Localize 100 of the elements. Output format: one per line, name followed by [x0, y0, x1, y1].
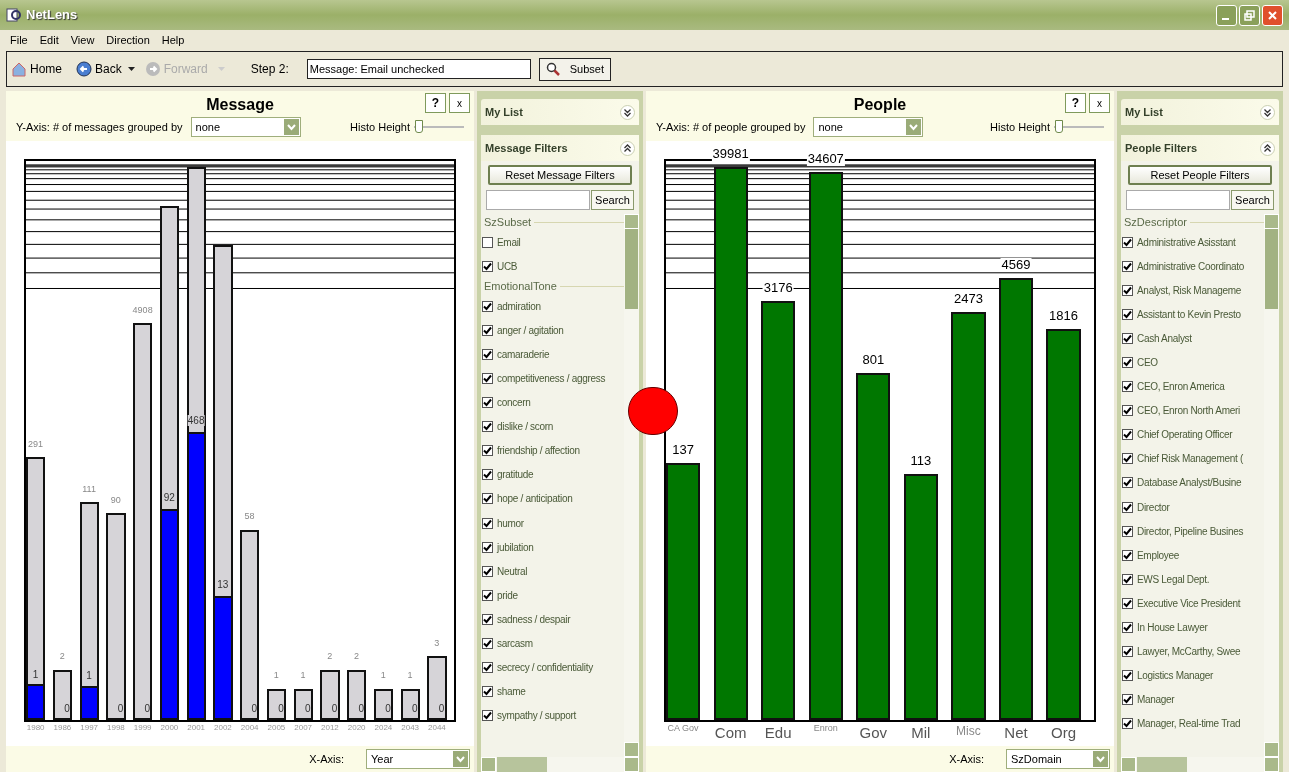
filter-checkbox[interactable]: Email [481, 230, 624, 255]
filter-checkbox[interactable]: EWS Legal Dept. [1121, 567, 1264, 592]
search-field[interactable] [1126, 190, 1230, 210]
filter-checkbox[interactable]: admiration [481, 294, 624, 319]
histogram-bar[interactable] [133, 323, 153, 720]
search-button[interactable]: Search [591, 190, 634, 210]
filter-checkbox[interactable]: Director [1121, 495, 1264, 520]
histogram-bar[interactable] [347, 669, 367, 720]
filter-checkbox[interactable]: Manager [1121, 687, 1264, 712]
histogram-bar[interactable] [213, 244, 233, 720]
collapse-icon[interactable] [620, 140, 635, 156]
filter-checkbox[interactable]: Logistics Manager [1121, 663, 1264, 688]
minimize-button[interactable] [1216, 4, 1237, 26]
close-button[interactable]: x [449, 93, 470, 113]
filter-checkbox[interactable]: In House Lawyer [1121, 615, 1264, 640]
subset-button[interactable]: Subset [538, 57, 611, 81]
filter-checkbox[interactable]: concern [481, 390, 624, 415]
filter-checkbox[interactable]: Manager, Real-time Trad [1121, 711, 1264, 736]
menu-item[interactable]: File [10, 32, 28, 49]
histogram-bar[interactable] [998, 278, 1034, 720]
filter-checkbox[interactable]: competitiveness / aggress [481, 366, 624, 391]
vertical-scrollbar[interactable] [624, 214, 639, 757]
filter-checkbox[interactable]: Executive Vice President [1121, 591, 1264, 616]
reset-filters-button[interactable]: Reset Message Filters [488, 165, 632, 185]
filter-checkbox[interactable]: Administrative Coordinato [1121, 254, 1264, 279]
filter-checkbox[interactable]: secrecy / confidentiality [481, 655, 624, 680]
histogram-bar[interactable] [427, 656, 447, 720]
histogram-bar[interactable] [761, 300, 796, 720]
menu-item[interactable]: View [70, 32, 95, 49]
x-axis-dropdown[interactable]: Year [366, 749, 470, 769]
maximize-button[interactable] [1239, 4, 1260, 26]
histogram-bar[interactable] [293, 688, 313, 720]
histo-height-slider[interactable] [1054, 120, 1104, 134]
histogram-bar[interactable] [79, 502, 99, 720]
filter-checkbox[interactable]: Employee [1121, 543, 1264, 568]
back-button[interactable]: Back [76, 60, 122, 78]
x-axis-dropdown[interactable]: SzDomain [1006, 749, 1110, 769]
histogram-bar[interactable] [320, 669, 340, 720]
filter-checkbox[interactable]: Lawyer, McCarthy, Swee [1121, 639, 1264, 664]
filter-checkbox[interactable]: Analyst, Risk Manageme [1121, 278, 1264, 303]
filter-checkbox[interactable]: camaraderie [481, 342, 624, 367]
histogram-bar[interactable] [903, 474, 938, 720]
horizontal-scrollbar[interactable] [481, 757, 639, 772]
filter-checkbox[interactable]: Chief Operating Officer [1121, 422, 1264, 447]
histogram-bar[interactable] [266, 688, 286, 720]
group-by-dropdown[interactable]: none [190, 117, 301, 137]
my-list-header[interactable]: My List [1121, 99, 1279, 125]
collapse-icon[interactable] [1260, 140, 1275, 156]
filter-checkbox[interactable]: sarcasm [481, 631, 624, 656]
filters-header[interactable]: Message Filters [481, 135, 639, 161]
filter-checkbox[interactable]: anger / agitation [481, 318, 624, 343]
search-field[interactable] [486, 190, 590, 210]
histogram-bar[interactable] [240, 529, 260, 720]
filter-checkbox[interactable]: CEO [1121, 350, 1264, 375]
help-button[interactable]: ? [425, 93, 446, 113]
histogram-bar[interactable] [666, 462, 701, 720]
histogram-bar[interactable] [808, 172, 843, 720]
filter-checkbox[interactable]: dislike / scorn [481, 414, 624, 439]
histogram-bar[interactable] [373, 688, 393, 720]
menu-item[interactable]: Direction [106, 32, 150, 49]
filters-header[interactable]: People Filters [1121, 135, 1279, 161]
histogram-bar[interactable] [106, 513, 126, 720]
my-list-header[interactable]: My List [481, 99, 639, 125]
close-button[interactable] [1262, 4, 1283, 26]
expand-icon[interactable] [620, 104, 635, 120]
filter-checkbox[interactable]: hope / anticipation [481, 486, 624, 512]
filter-checkbox[interactable]: humor [481, 511, 624, 536]
filter-checkbox[interactable]: Database Analyst/Busine [1121, 470, 1264, 496]
dropdown-caret-icon[interactable] [127, 67, 135, 71]
close-button[interactable]: x [1089, 93, 1110, 113]
horizontal-scrollbar[interactable] [1121, 757, 1279, 772]
vertical-scrollbar[interactable] [1264, 214, 1279, 757]
histogram-bar[interactable] [26, 457, 46, 720]
filter-checkbox[interactable]: sadness / despair [481, 607, 624, 632]
histogram-bar[interactable] [186, 166, 206, 720]
filter-checkbox[interactable]: shame [481, 679, 624, 704]
filter-checkbox[interactable]: jubilation [481, 535, 624, 560]
filter-checkbox[interactable]: Administrative Asisstant [1121, 230, 1264, 255]
filter-checkbox[interactable]: UCB [481, 254, 624, 279]
filter-checkbox[interactable]: CEO, Enron America [1121, 374, 1264, 399]
home-button[interactable]: Home [11, 60, 62, 78]
help-button[interactable]: ? [1065, 93, 1086, 113]
reset-filters-button[interactable]: Reset People Filters [1128, 165, 1272, 185]
filter-checkbox[interactable]: sympathy / support [481, 703, 624, 728]
filter-checkbox[interactable]: CEO, Enron North Ameri [1121, 398, 1264, 423]
histogram-bar[interactable] [400, 688, 420, 720]
group-by-dropdown[interactable]: none [813, 117, 924, 137]
filter-checkbox[interactable]: gratitude [481, 462, 624, 487]
menu-item[interactable]: Edit [39, 32, 59, 49]
histogram-bar[interactable] [713, 166, 748, 720]
filter-checkbox[interactable]: Chief Risk Management ( [1121, 446, 1264, 471]
step-field[interactable]: Message: Email unchecked [306, 59, 531, 79]
filter-checkbox[interactable]: pride [481, 583, 624, 608]
filter-checkbox[interactable]: Cash Analyst [1121, 326, 1264, 351]
filter-checkbox[interactable]: Assistant to Kevin Presto [1121, 302, 1264, 327]
histogram-bar[interactable] [159, 205, 179, 720]
histogram-bar[interactable] [856, 373, 891, 720]
histo-height-slider[interactable] [414, 120, 464, 134]
histogram-bar[interactable] [52, 669, 72, 720]
filter-checkbox[interactable]: Director, Pipeline Busines [1121, 519, 1264, 544]
